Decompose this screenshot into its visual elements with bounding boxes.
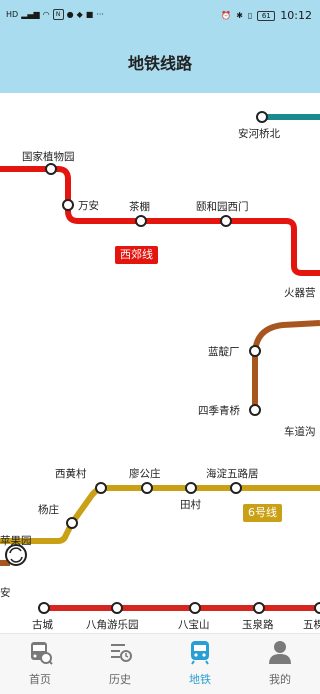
tab-label: 首页 [29,673,51,686]
page-title: 地铁线路 [127,54,192,73]
signal-icon: ▂▄▆ [21,9,40,19]
subway-map[interactable]: 安河桥北 国家植物园 万安 茶棚 颐和园西门 火器营 蓝靛厂 四季青桥 车道沟 … [0,93,320,633]
station-label[interactable]: 国家植物园 [22,151,75,163]
station-label[interactable]: 茶棚 [129,201,150,213]
station-bajiao [111,602,123,614]
bottom-tab-bar: 首页 历史 地铁 我的 [0,633,320,694]
station-label[interactable]: 五棵 [303,619,320,631]
station-wukesong [314,602,320,614]
station-label[interactable]: 廖公庄 [129,468,161,480]
status-time: 10:12 [280,9,312,22]
station-siji-qingqiao [249,404,261,416]
station-label[interactable]: 颐和园西门 [196,201,249,213]
station-chapeng [135,215,147,227]
subway-map-canvas[interactable] [0,93,320,633]
bus-icon [31,642,53,665]
station-label[interactable]: 古城 [32,619,53,631]
tab-subway[interactable]: 地铁 [160,634,240,694]
line-badge-xijiao[interactable]: 西郊线 [115,246,158,264]
hd-icon: HD [6,9,19,19]
tab-profile[interactable]: 我的 [240,634,320,694]
tab-label: 历史 [109,673,131,686]
app-icon: ● [66,9,74,19]
profile-icon [269,641,291,664]
tab-label: 地铁 [189,673,211,686]
line-badge-6[interactable]: 6号线 [243,504,282,522]
station-label[interactable]: 万安 [78,200,99,212]
station-label[interactable]: 安河桥北 [238,128,280,140]
station-label[interactable]: 四季青桥 [198,405,240,417]
station-label[interactable]: 玉泉路 [242,619,274,631]
station-label[interactable]: 田村 [180,499,201,511]
station-landianchang [249,345,261,357]
station-haidian-wuluju [230,482,242,494]
station-label[interactable]: 火器营 [284,287,316,299]
station-gucheng [38,602,50,614]
nfc-icon: N [52,9,64,20]
station-liaogongzhuang [141,482,153,494]
tab-history[interactable]: 历史 [80,634,160,694]
station-label[interactable]: 安 [0,587,11,599]
station-pingguoyuan-transfer [5,544,27,566]
header-bar: HD ▂▄▆ ◠ N ● ◆ ■ ··· ⏰ ✱ ▯ 61 10:12 地铁线路 [0,0,320,93]
history-icon [111,644,132,662]
station-label[interactable]: 西黄村 [55,468,87,480]
tab-home[interactable]: 首页 [0,634,80,694]
station-tiancun [185,482,197,494]
alarm-icon: ⏰ [221,10,232,20]
tab-label: 我的 [269,673,291,686]
station-label[interactable]: 八宝山 [178,619,210,631]
station-yiheyuan-ximen [220,215,232,227]
vibrate-icon: ▯ [247,10,253,20]
status-left-icons: HD ▂▄▆ ◠ N ● ◆ ■ ··· [6,9,104,20]
station-babaoshan [189,602,201,614]
station-label[interactable]: 苹果园 [0,535,32,547]
line-xijiao [0,166,320,276]
station-guojia-zhiwuyuan [45,163,57,175]
battery-icon: 61 [257,10,276,21]
subway-icon [191,641,209,665]
wifi-icon: ◠ [42,9,50,19]
app-icon: ◆ [76,9,83,19]
station-yangzhuang [66,517,78,529]
station-yuquanlu [253,602,265,614]
station-anhe-qiaobei [256,111,268,123]
station-label[interactable]: 海淀五路居 [206,468,259,480]
station-label[interactable]: 车道沟 [284,426,316,438]
station-label[interactable]: 蓝靛厂 [208,346,240,358]
line-brown [252,320,320,410]
status-bar: HD ▂▄▆ ◠ N ● ◆ ■ ··· ⏰ ✱ ▯ 61 10:12 [0,0,320,34]
station-wanan [62,199,74,211]
station-xihuangcun [95,482,107,494]
more-dots-icon: ··· [96,9,104,19]
app-icon: ■ [85,9,94,19]
station-label[interactable]: 杨庄 [38,504,59,516]
bluetooth-icon: ✱ [236,10,243,20]
station-label[interactable]: 八角游乐园 [86,619,139,631]
status-right-icons: ⏰ ✱ ▯ 61 10:12 [221,9,312,22]
